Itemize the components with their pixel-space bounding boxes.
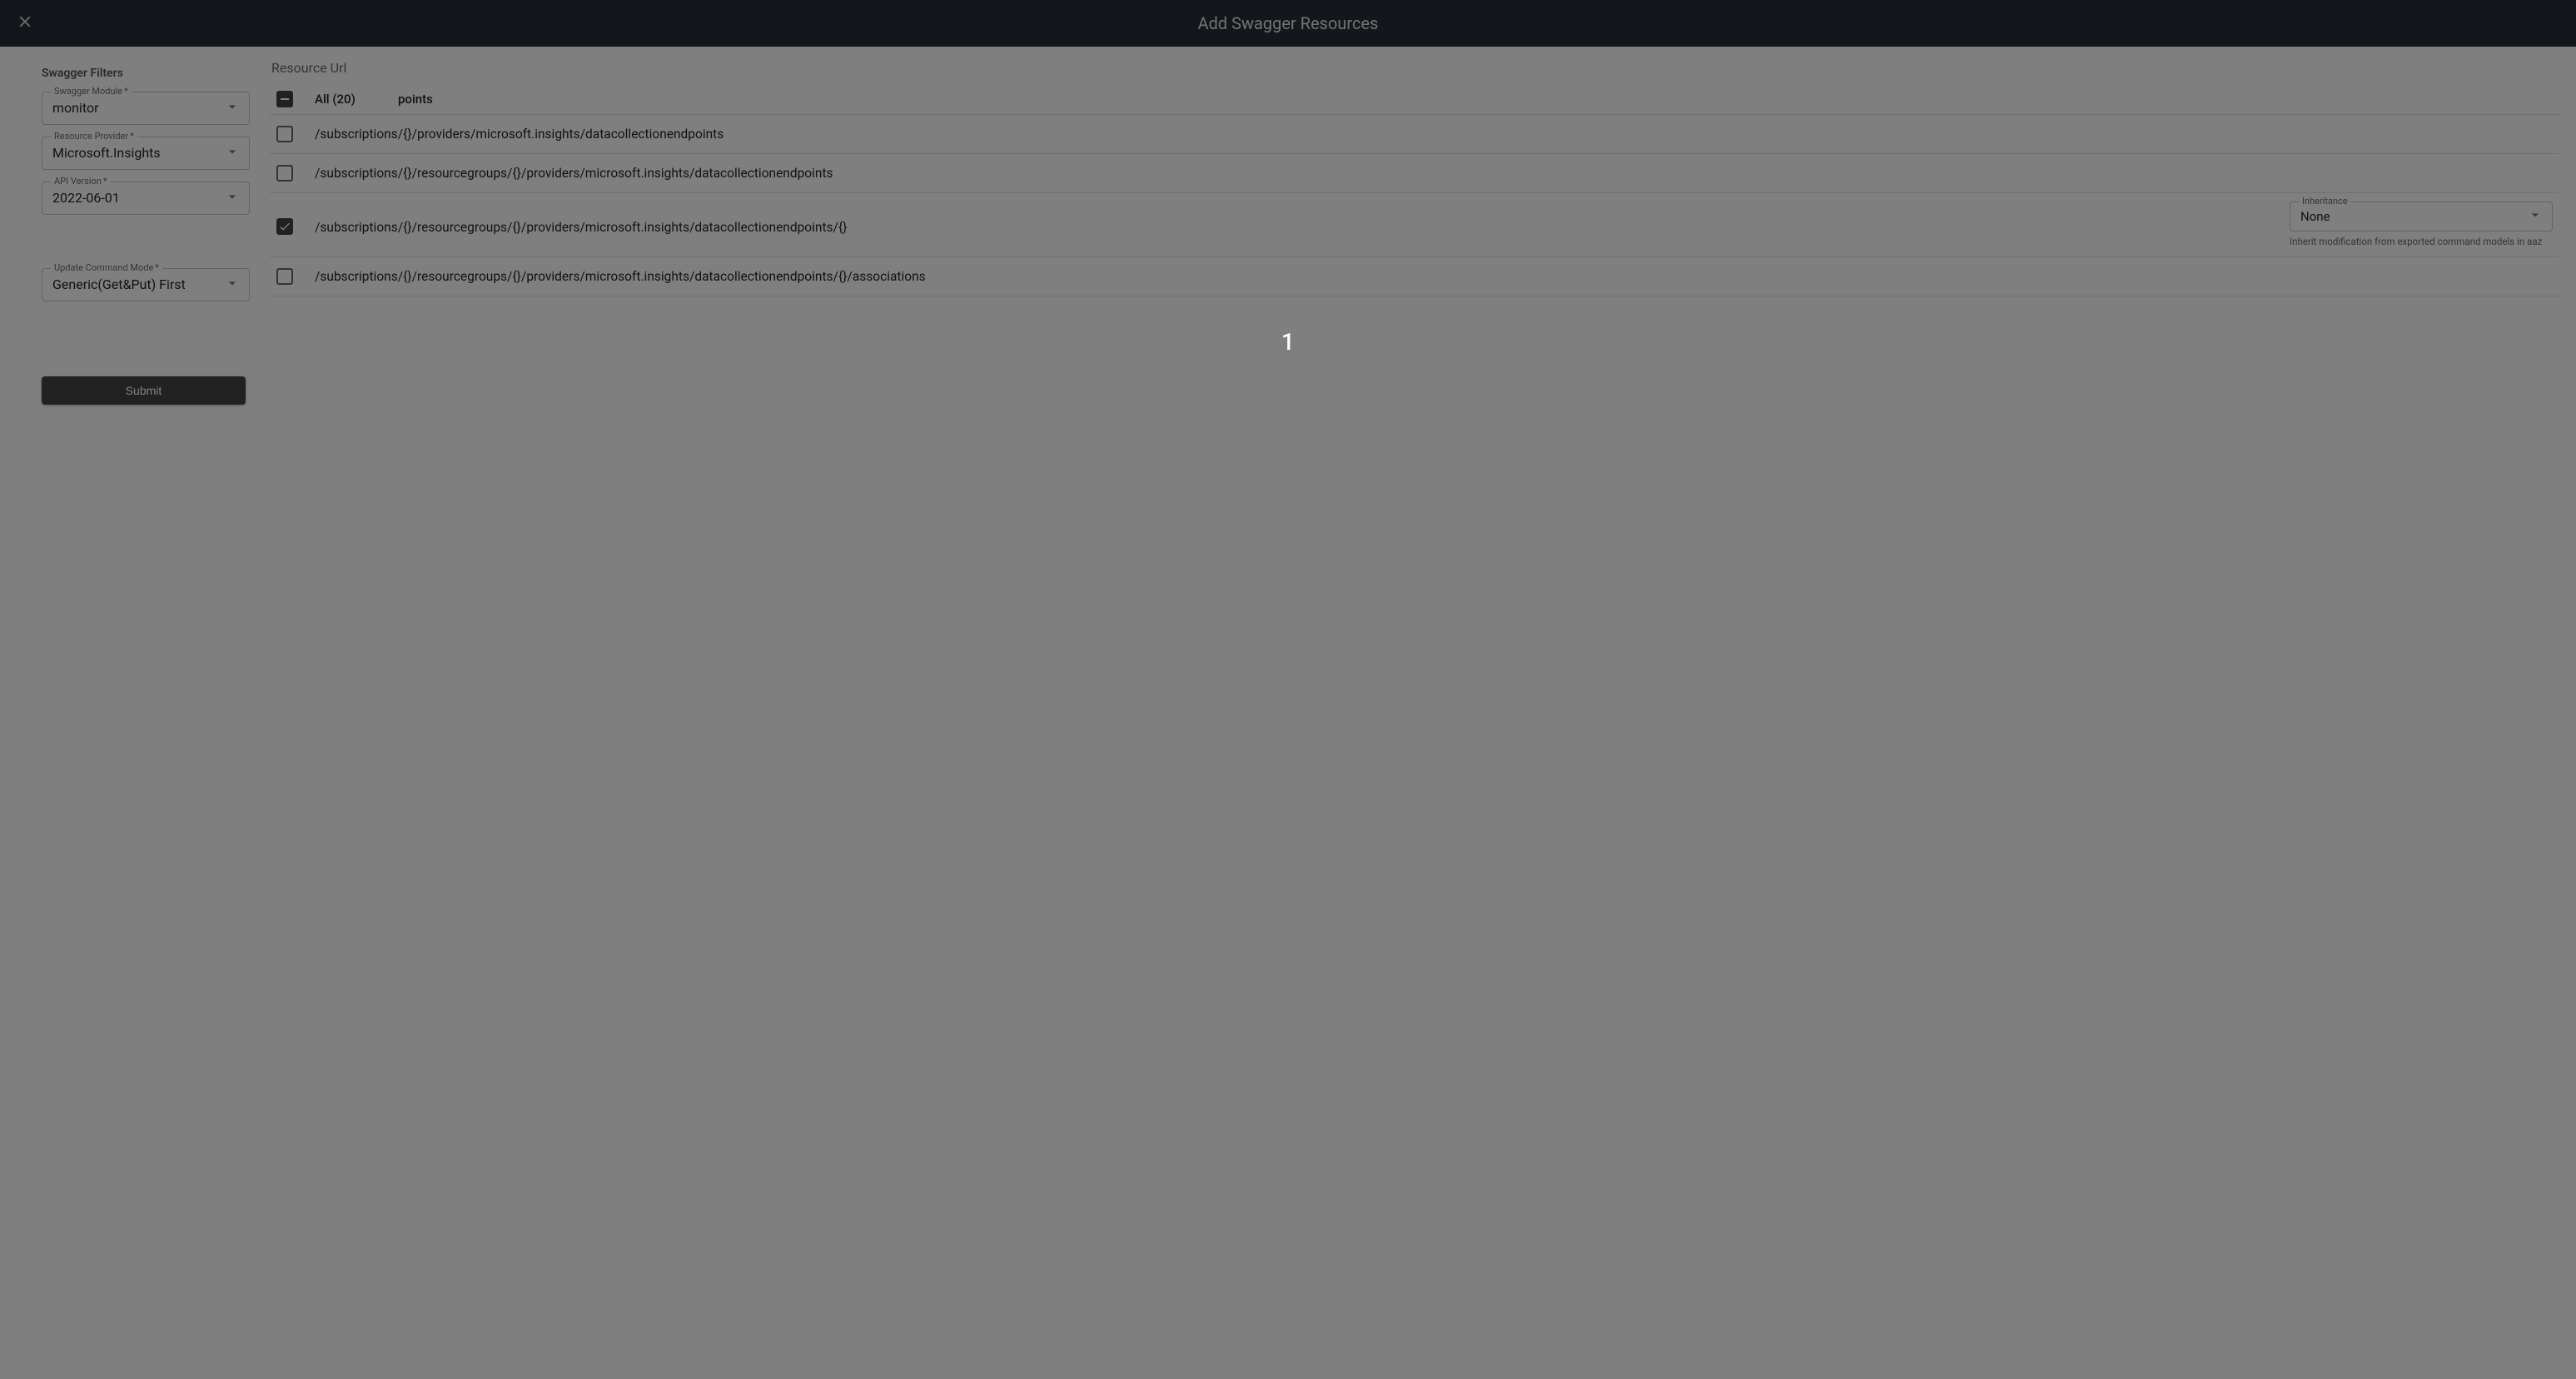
chevron-down-icon — [224, 98, 241, 118]
update-command-mode-value: Generic(Get&Put) First — [52, 276, 219, 294]
swagger-module-label: Swagger Module* — [51, 86, 132, 97]
filters-title: Swagger Filters — [42, 67, 250, 80]
resource-provider-value: Microsoft.Insights — [52, 144, 219, 162]
column-header-points[interactable]: points — [398, 92, 2553, 107]
resource-provider-label: Resource Provider* — [51, 131, 137, 142]
row-checkbox[interactable] — [276, 165, 293, 182]
chevron-down-icon — [224, 188, 241, 208]
table-header-row: All (20) points — [270, 84, 2559, 115]
chevron-down-icon — [224, 143, 241, 163]
swagger-module-select[interactable]: Swagger Module* monitor — [42, 92, 250, 125]
api-version-label: API Version* — [51, 176, 111, 187]
table-row[interactable]: /subscriptions/{}/resourcegroups/{}/prov… — [270, 193, 2559, 257]
toast-message: 1 — [1281, 328, 1295, 356]
close-icon — [16, 12, 34, 34]
resource-url-heading: Resource Url — [271, 60, 2559, 76]
resource-path: /subscriptions/{}/resourcegroups/{}/prov… — [315, 202, 2278, 238]
column-header-all[interactable]: All (20) — [315, 92, 398, 107]
table-row[interactable]: /subscriptions/{}/resourcegroups/{}/prov… — [270, 154, 2559, 193]
table-row[interactable]: /subscriptions/{}/providers/microsoft.in… — [270, 115, 2559, 154]
swagger-module-value: monitor — [52, 99, 219, 117]
table-row[interactable]: /subscriptions/{}/resourcegroups/{}/prov… — [270, 257, 2559, 296]
select-all-checkbox[interactable] — [276, 91, 293, 107]
row-checkbox[interactable] — [276, 268, 293, 285]
api-version-value: 2022-06-01 — [52, 189, 219, 207]
row-checkbox[interactable] — [276, 126, 293, 142]
resource-path: /subscriptions/{}/resourcegroups/{}/prov… — [315, 162, 2553, 184]
submit-button[interactable]: Submit — [42, 376, 246, 405]
inheritance-value: None — [2300, 207, 2524, 226]
resource-path: /subscriptions/{}/providers/microsoft.in… — [315, 123, 2553, 145]
inheritance-label: Inheritance — [2299, 196, 2351, 207]
resources-panel: Resource Url All (20) points /subscripti… — [270, 57, 2559, 296]
row-checkbox[interactable] — [276, 218, 293, 235]
close-button[interactable] — [5, 3, 45, 43]
resources-table: All (20) points /subscriptions/{}/provid… — [270, 84, 2559, 296]
resource-provider-select[interactable]: Resource Provider* Microsoft.Insights — [42, 137, 250, 170]
inheritance-select[interactable]: Inheritance None — [2290, 202, 2553, 231]
resource-path: /subscriptions/{}/resourcegroups/{}/prov… — [315, 266, 2553, 287]
sidebar-filters: Swagger Filters Swagger Module* monitor … — [17, 57, 250, 405]
dialog-header: Add Swagger Resources — [0, 0, 2576, 47]
update-command-mode-label: Update Command Mode* — [51, 262, 162, 273]
inheritance-cell: Inheritance None Inherit modification fr… — [2278, 202, 2553, 248]
chevron-down-icon — [224, 275, 241, 295]
inheritance-help-text: Inherit modification from exported comma… — [2290, 235, 2553, 248]
update-command-mode-select[interactable]: Update Command Mode* Generic(Get&Put) Fi… — [42, 268, 250, 301]
api-version-select[interactable]: API Version* 2022-06-01 — [42, 182, 250, 215]
chevron-down-icon — [2527, 207, 2544, 227]
dialog-title: Add Swagger Resources — [1198, 13, 1379, 33]
